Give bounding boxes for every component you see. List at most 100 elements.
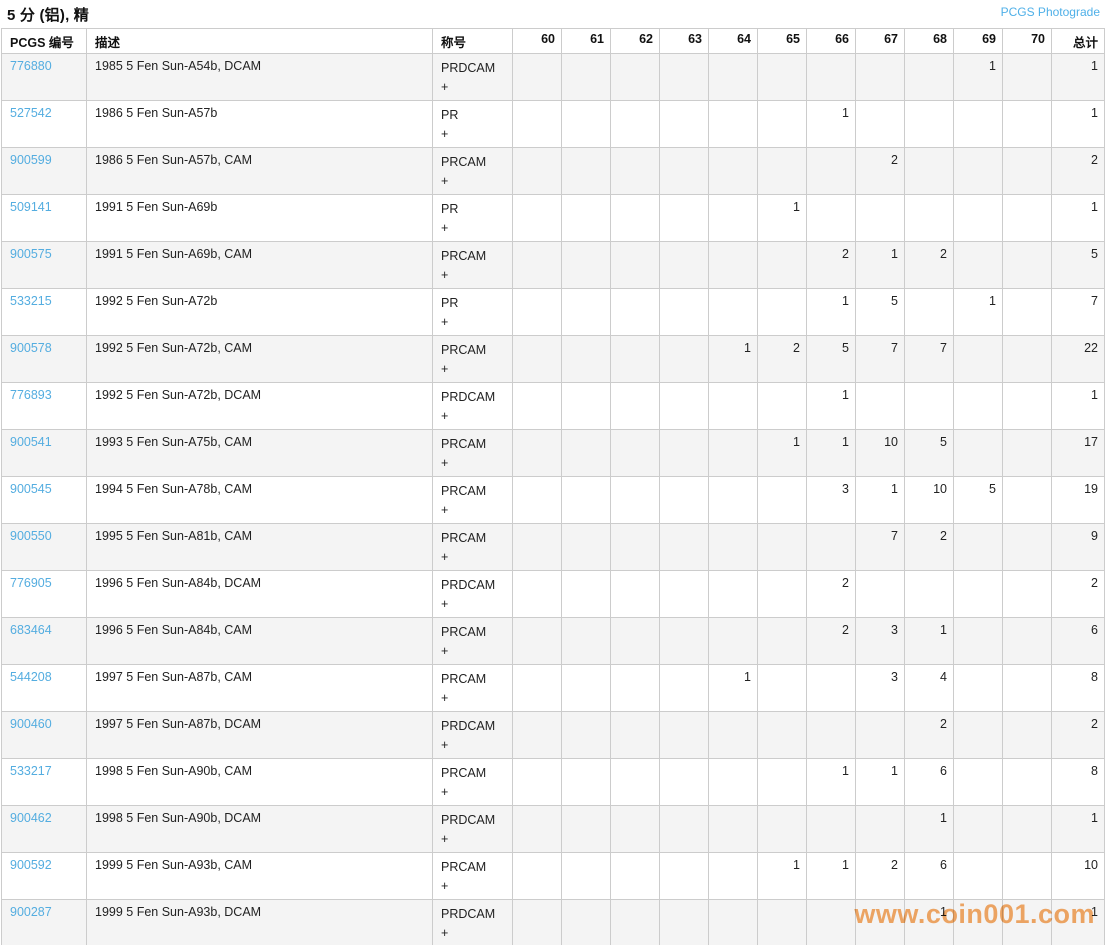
grade-70-count-cell [1003,571,1052,618]
grade-64-count-cell [709,383,758,430]
grade-63-count-cell [660,900,709,945]
designation-cell: PRCAM+ [433,430,513,477]
designation-label: PR [441,294,504,313]
pcgs-number-link[interactable]: 776905 [10,576,52,590]
grade-65-count-cell [758,101,807,148]
designation-plus: + [441,642,504,661]
grade-66-count-cell [807,524,856,571]
grade-65-count-cell: 2 [758,336,807,383]
grade-60-count-cell [513,618,562,665]
designation-plus: + [441,548,504,567]
pcgs-photograde-link[interactable]: PCGS Photograde [1001,5,1100,19]
grade-60-count-cell [513,712,562,759]
table-row: 7769051996 5 Fen Sun-A84b, DCAMPRDCAM+22 [2,571,1105,618]
pcgs-number-link[interactable]: 509141 [10,200,52,214]
designation-plus: + [441,172,504,191]
grade-63-count-cell [660,759,709,806]
grade-60-count-cell [513,148,562,195]
description-cell: 1998 5 Fen Sun-A90b, DCAM [87,806,433,853]
grade-67-count-cell: 7 [856,524,905,571]
grade-62-count-cell [611,101,660,148]
pcgs-number-link[interactable]: 533217 [10,764,52,778]
grade-70-count-cell [1003,54,1052,101]
pcgs-number-link[interactable]: 900592 [10,858,52,872]
designation-cell: PRDCAM+ [433,712,513,759]
grade-67-count-cell [856,806,905,853]
grade-67-count-cell [856,900,905,945]
total-count-cell: 10 [1052,853,1105,900]
pcgs-number-link[interactable]: 776880 [10,59,52,73]
grade-62-count-cell [611,665,660,712]
pcgs-number-cell: 900545 [2,477,87,524]
pcgs-number-link[interactable]: 776893 [10,388,52,402]
designation-cell: PRDCAM+ [433,54,513,101]
grade-64-count-cell [709,430,758,477]
grade-64-count-cell [709,571,758,618]
grade-66-count-cell: 1 [807,289,856,336]
total-count-cell: 2 [1052,712,1105,759]
pcgs-number-link[interactable]: 900575 [10,247,52,261]
pcgs-number-link[interactable]: 900541 [10,435,52,449]
grade-61-count-cell [562,524,611,571]
population-table: PCGS 编号 描述 称号 60 61 62 63 64 65 66 67 68… [1,28,1105,945]
pcgs-number-link[interactable]: 900550 [10,529,52,543]
grade-60-count-cell [513,853,562,900]
grade-62-count-cell [611,759,660,806]
designation-label: PRCAM [441,341,504,360]
pcgs-number-link[interactable]: 900545 [10,482,52,496]
grade-69-count-cell [954,712,1003,759]
pcgs-number-link[interactable]: 900462 [10,811,52,825]
designation-cell: PRCAM+ [433,148,513,195]
grade-60-count-cell [513,289,562,336]
pcgs-number-link[interactable]: 900599 [10,153,52,167]
pcgs-number-link[interactable]: 900460 [10,717,52,731]
total-count-cell: 1 [1052,101,1105,148]
grade-65-count-cell [758,571,807,618]
grade-63-count-cell [660,336,709,383]
total-count-cell: 19 [1052,477,1105,524]
pcgs-number-cell: 533215 [2,289,87,336]
pcgs-number-link[interactable]: 533215 [10,294,52,308]
pcgs-number-link[interactable]: 683464 [10,623,52,637]
grade-67-count-cell: 3 [856,665,905,712]
designation-plus: + [441,407,504,426]
designation-plus: + [441,313,504,332]
total-count-cell: 7 [1052,289,1105,336]
total-count-cell: 1 [1052,54,1105,101]
designation-plus: + [441,125,504,144]
grade-69-count-cell [954,665,1003,712]
total-count-cell: 1 [1052,900,1105,945]
grade-62-count-cell [611,383,660,430]
grade-63-count-cell [660,665,709,712]
header-total: 总计 [1052,29,1105,54]
grade-70-count-cell [1003,618,1052,665]
grade-69-count-cell [954,430,1003,477]
grade-62-count-cell [611,712,660,759]
designation-plus: + [441,454,504,473]
grade-61-count-cell [562,383,611,430]
grade-66-count-cell: 1 [807,101,856,148]
description-cell: 1995 5 Fen Sun-A81b, CAM [87,524,433,571]
table-row: 5275421986 5 Fen Sun-A57bPR+11 [2,101,1105,148]
designation-plus: + [441,266,504,285]
grade-63-count-cell [660,195,709,242]
pcgs-number-link[interactable]: 544208 [10,670,52,684]
grade-70-count-cell [1003,289,1052,336]
designation-cell: PRCAM+ [433,618,513,665]
pcgs-number-link[interactable]: 900578 [10,341,52,355]
description-cell: 1991 5 Fen Sun-A69b, CAM [87,242,433,289]
pcgs-number-link[interactable]: 900287 [10,905,52,919]
pcgs-number-link[interactable]: 527542 [10,106,52,120]
grade-61-count-cell [562,853,611,900]
grade-62-count-cell [611,148,660,195]
grade-64-count-cell [709,759,758,806]
header-pcgs-number: PCGS 编号 [2,29,87,54]
grade-61-count-cell [562,571,611,618]
pcgs-number-cell: 900287 [2,900,87,945]
grade-70-count-cell [1003,195,1052,242]
grade-63-count-cell [660,383,709,430]
designation-plus: + [441,78,504,97]
grade-69-count-cell [954,383,1003,430]
total-count-cell: 1 [1052,806,1105,853]
grade-70-count-cell [1003,336,1052,383]
